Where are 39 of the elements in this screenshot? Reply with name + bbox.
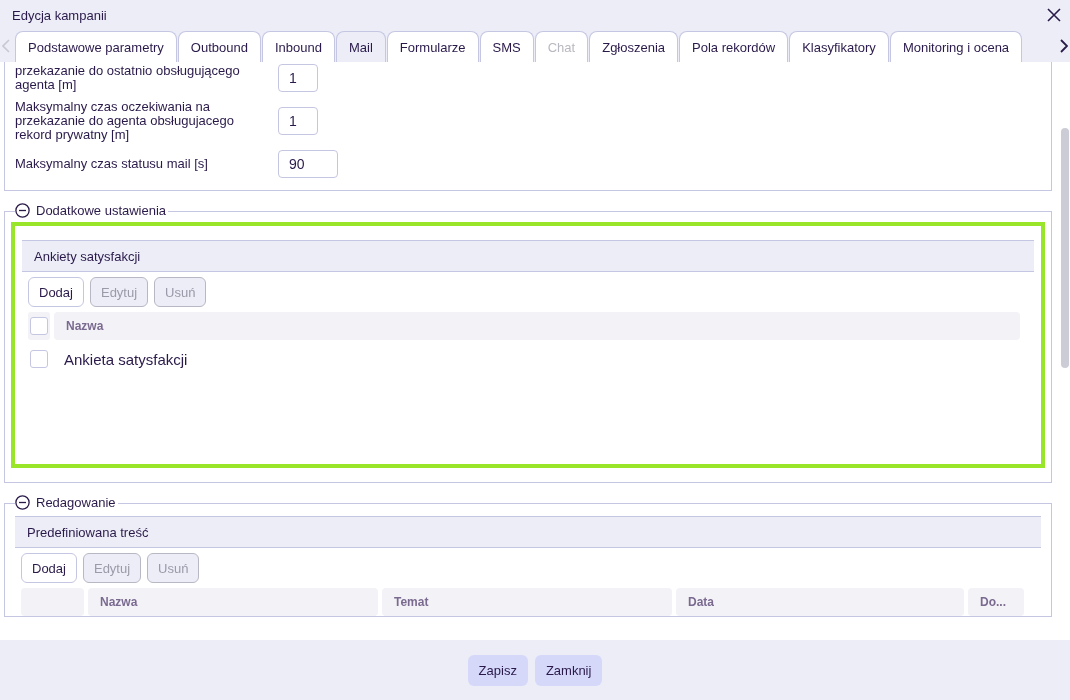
scrollbar-thumb[interactable]: [1061, 128, 1069, 368]
input-field[interactable]: 90: [278, 150, 338, 178]
tab[interactable]: Formularze: [386, 31, 479, 62]
input-field[interactable]: 1: [278, 64, 318, 92]
tab[interactable]: Mail: [335, 31, 386, 62]
column-header[interactable]: Temat: [382, 588, 672, 616]
tab[interactable]: Outbound: [177, 31, 261, 62]
column-header[interactable]: Nazwa: [88, 588, 378, 616]
footer-button[interactable]: Zapisz: [467, 654, 528, 686]
chevron-right-icon[interactable]: [1060, 39, 1068, 53]
collapse-icon[interactable]: [15, 203, 30, 218]
column-header[interactable]: Do...: [968, 588, 1024, 616]
column-header[interactable]: Nazwa: [54, 312, 1020, 340]
close-icon[interactable]: [1047, 8, 1061, 22]
tab[interactable]: Zgłoszenia: [589, 31, 679, 62]
toolbar-button[interactable]: Dodaj: [21, 553, 77, 583]
window-title: Edycja kampanii: [12, 7, 107, 23]
field-label: Maksymalny czas oczekiwania na przekazanie do agenta obsługujacego rekord prywatny [m]: [15, 100, 235, 142]
header-cell: [21, 588, 84, 616]
checkbox[interactable]: [30, 350, 48, 368]
checkbox[interactable]: [30, 317, 48, 335]
input-field[interactable]: 1: [278, 107, 318, 135]
tab[interactable]: Inbound: [261, 31, 335, 62]
footer-button[interactable]: Zamknij: [534, 654, 603, 686]
tab[interactable]: SMS: [479, 31, 534, 62]
toolbar-button[interactable]: Dodaj: [28, 277, 84, 307]
section-title: Redagowanie: [36, 495, 116, 510]
tab[interactable]: Monitoring i ocena: [889, 31, 1023, 62]
table-cell: Ankieta satysfakcji: [64, 350, 188, 368]
tab[interactable]: Podstawowe parametry: [15, 31, 177, 62]
panel-header: Ankiety satysfakcji: [22, 240, 1034, 272]
field-label: przekazanie do ostatnio obsługującego agenta [m]: [15, 64, 241, 92]
section-title: Dodatkowe ustawienia: [36, 203, 167, 218]
column-header[interactable]: Data: [676, 588, 964, 616]
tab[interactable]: Klasyfikatory: [789, 31, 889, 62]
field-label: Maksymalny czas statusu mail [s]: [15, 157, 209, 171]
panel-header: Predefiniowana treść: [15, 516, 1041, 548]
tab[interactable]: Pola rekordów: [679, 31, 789, 62]
collapse-icon[interactable]: [15, 495, 30, 510]
